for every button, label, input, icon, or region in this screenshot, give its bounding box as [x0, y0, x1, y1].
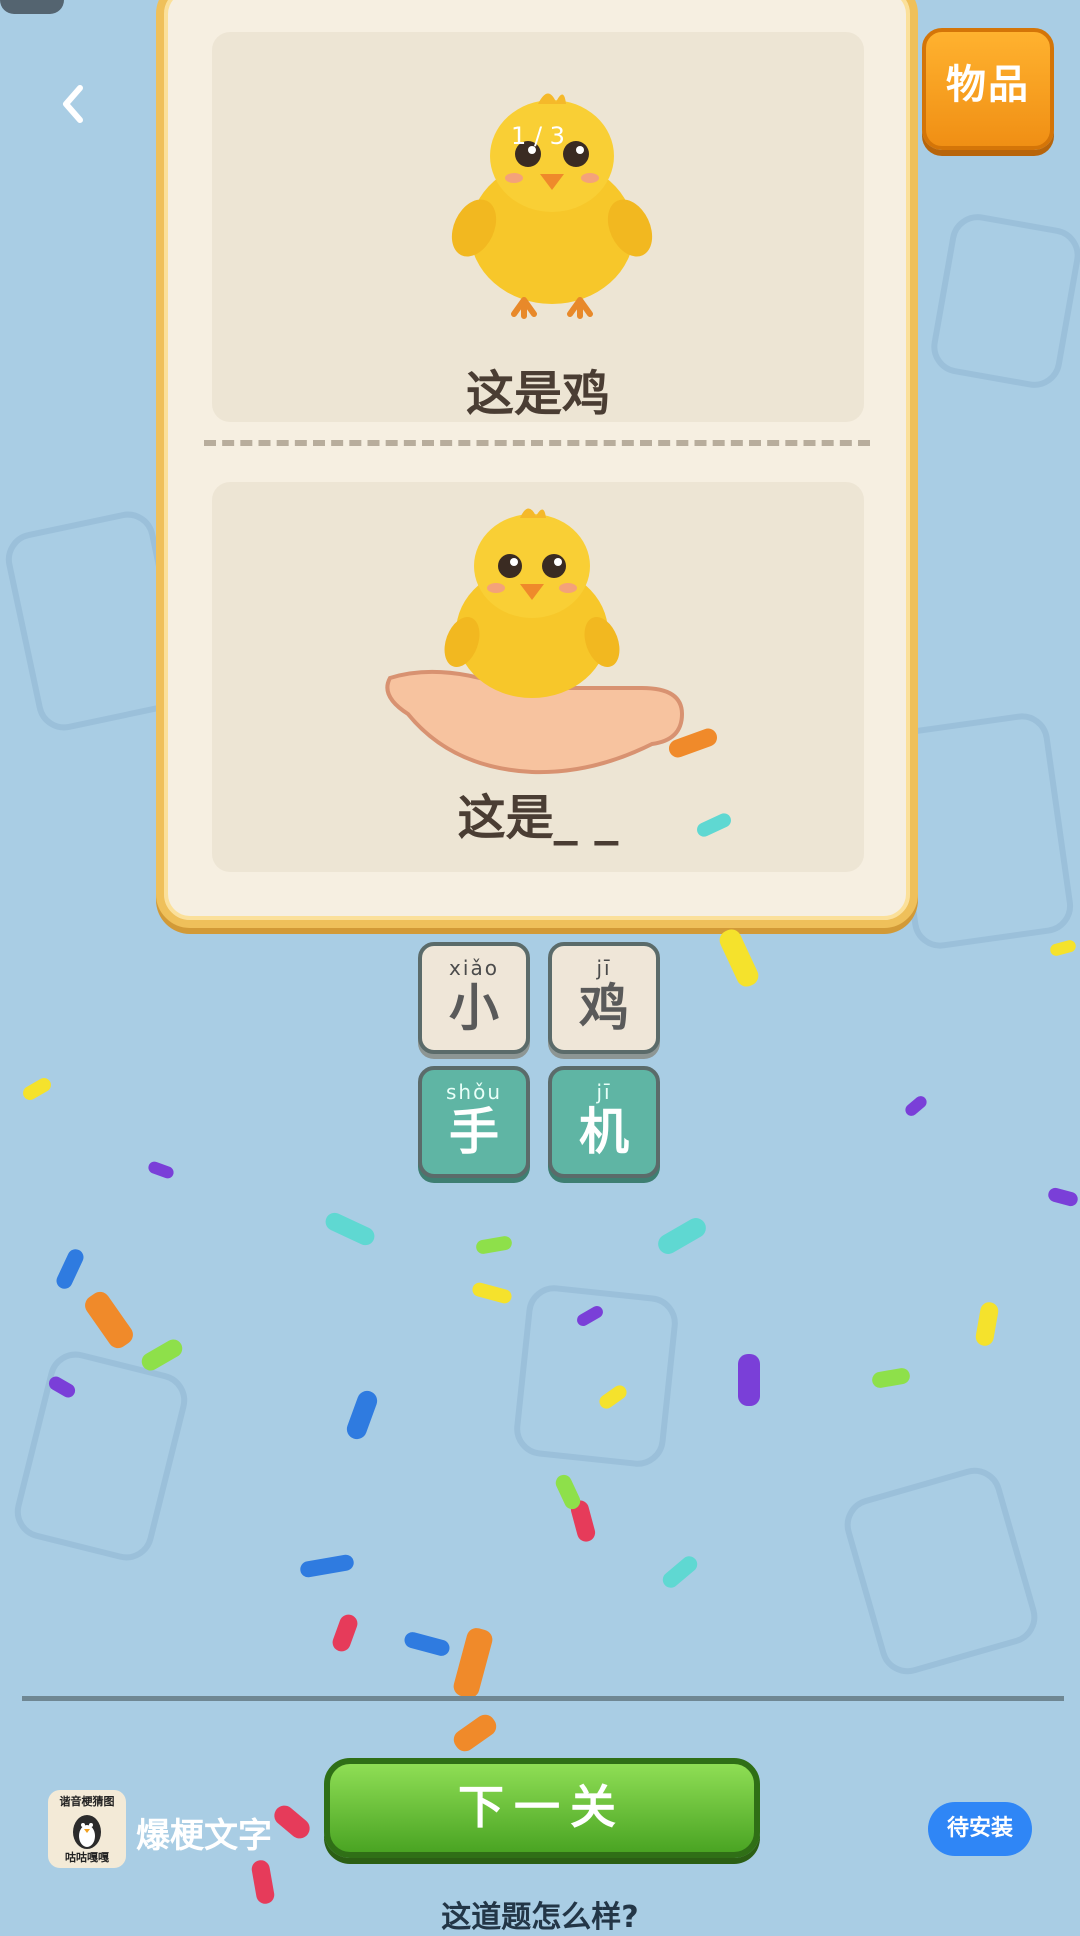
background-doodle	[8, 1345, 194, 1567]
install-button[interactable]: 待安装	[928, 1802, 1032, 1856]
confetti	[344, 1388, 380, 1442]
confetti	[20, 1075, 54, 1103]
tile-pinyin: jī	[596, 1080, 612, 1104]
bottom-divider	[22, 1696, 1064, 1701]
image-panel-bottom: 这是_ _	[212, 482, 864, 872]
tile-character: 小	[449, 979, 499, 1037]
feedback-prompt: 这道题怎么样?	[441, 1900, 639, 1935]
next-level-button[interactable]: 下一关	[324, 1758, 760, 1858]
puzzle-card: 1 / 3 这是鸡 这是_ _	[156, 0, 918, 928]
confetti	[451, 1625, 495, 1701]
confetti	[738, 1354, 760, 1406]
tile-pinyin: jī	[596, 956, 612, 980]
answer-tile[interactable]: jī 鸡	[548, 942, 660, 1054]
confetti	[659, 1553, 701, 1591]
confetti	[1046, 1186, 1080, 1208]
confetti	[870, 1366, 912, 1390]
confetti	[470, 1281, 514, 1305]
answer-tile[interactable]: xiǎo 小	[418, 942, 530, 1054]
items-button[interactable]: 物品	[922, 28, 1054, 150]
answer-tile[interactable]: shǒu 手	[418, 1066, 530, 1178]
confetti	[449, 1710, 501, 1756]
back-button[interactable]	[48, 78, 100, 130]
image-panel-top: 1 / 3 这是鸡	[212, 32, 864, 422]
answer-tile[interactable]: jī 机	[548, 1066, 660, 1178]
confetti	[553, 1472, 583, 1512]
chevron-left-icon	[63, 85, 83, 123]
tile-character: 手	[449, 1103, 499, 1161]
status-pill	[0, 0, 64, 14]
confetti	[138, 1336, 186, 1374]
tile-pinyin: shǒu	[445, 1080, 502, 1104]
confetti	[322, 1209, 378, 1249]
confetti	[402, 1630, 452, 1658]
confetti	[330, 1612, 360, 1654]
background-doodle	[838, 1461, 1044, 1681]
confetti	[475, 1234, 513, 1256]
dashed-divider	[204, 440, 870, 446]
confetti	[299, 1553, 355, 1579]
confetti	[146, 1159, 176, 1181]
confetti	[270, 1801, 314, 1843]
app-icon[interactable]: 谐音梗猜图 咕咕嘎嘎	[48, 1790, 126, 1868]
app-name[interactable]: 爆梗文字	[136, 1808, 272, 1857]
tile-pinyin: xiǎo	[449, 956, 499, 980]
confetti	[81, 1287, 137, 1353]
confetti	[902, 1093, 930, 1119]
bottom-caption: 这是_ _	[457, 790, 619, 846]
top-caption: 这是鸡	[465, 366, 610, 422]
confetti	[654, 1214, 710, 1258]
confetti	[53, 1246, 87, 1292]
confetti	[974, 1300, 1000, 1348]
confetti	[716, 926, 762, 990]
tile-character: 机	[579, 1103, 629, 1161]
tile-character: 鸡	[579, 979, 629, 1037]
page-indicator: 1 / 3	[511, 122, 565, 150]
confetti	[1048, 938, 1078, 958]
background-doodle	[926, 209, 1080, 393]
app-icon-bottom-text: 咕咕嘎嘎	[65, 1851, 109, 1864]
